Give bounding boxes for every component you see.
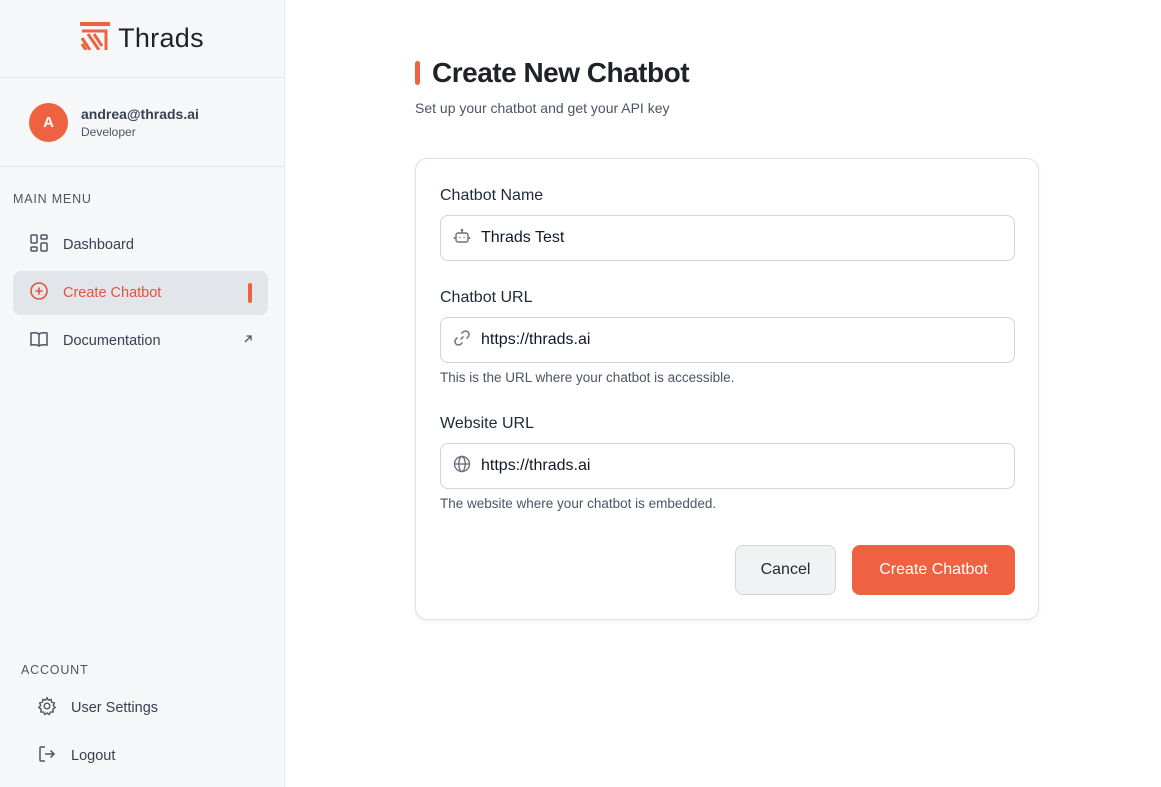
main-content: Create New Chatbot Set up your chatbot a… bbox=[285, 0, 1161, 787]
sidebar: Thrads A andrea@thrads.ai Developer MAIN… bbox=[0, 0, 285, 787]
book-icon bbox=[29, 329, 49, 353]
page-subtitle: Set up your chatbot and get your API key bbox=[415, 100, 670, 116]
chatbot-url-label: Chatbot URL bbox=[440, 289, 533, 306]
chatbot-name-label: Chatbot Name bbox=[440, 187, 544, 204]
user-profile[interactable]: A andrea@thrads.ai Developer bbox=[0, 78, 284, 167]
create-chatbot-form: Chatbot Name Chatbot URL bbox=[415, 158, 1039, 620]
sidebar-item-label: Dashboard bbox=[63, 237, 134, 253]
external-link-icon bbox=[242, 333, 254, 349]
chatbot-url-help: This is the URL where your chatbot is ac… bbox=[440, 370, 735, 385]
sidebar-item-label: Documentation bbox=[63, 333, 161, 349]
cancel-button[interactable]: Cancel bbox=[735, 545, 836, 595]
avatar: A bbox=[29, 102, 68, 142]
user-email: andrea@thrads.ai bbox=[81, 105, 199, 122]
create-chatbot-button[interactable]: Create Chatbot bbox=[852, 545, 1015, 595]
sidebar-item-label: User Settings bbox=[71, 700, 159, 716]
sidebar-item-user-settings[interactable]: User Settings bbox=[21, 686, 268, 730]
chatbot-url-field[interactable] bbox=[440, 317, 1015, 363]
sidebar-item-dashboard[interactable]: Dashboard bbox=[13, 223, 268, 267]
thrads-logo-icon bbox=[80, 22, 111, 55]
chatbot-url-input[interactable] bbox=[481, 331, 1001, 349]
dashboard-icon bbox=[29, 233, 49, 257]
logout-icon bbox=[37, 744, 57, 768]
title-accent bbox=[415, 61, 420, 85]
user-role: Developer bbox=[81, 124, 136, 139]
brand[interactable]: Thrads bbox=[0, 0, 284, 78]
website-url-help: The website where your chatbot is embedd… bbox=[440, 496, 717, 511]
page-header: Create New Chatbot bbox=[415, 57, 690, 89]
sidebar-item-create-chatbot[interactable]: Create Chatbot bbox=[13, 271, 268, 315]
chatbot-name-input[interactable] bbox=[481, 229, 1001, 247]
bot-icon bbox=[453, 227, 471, 250]
chatbot-name-field[interactable] bbox=[440, 215, 1015, 261]
website-url-field[interactable] bbox=[440, 443, 1015, 489]
brand-name: Thrads bbox=[118, 23, 204, 53]
active-indicator bbox=[248, 283, 252, 303]
main-menu-title: MAIN MENU bbox=[13, 192, 92, 206]
website-url-input[interactable] bbox=[481, 457, 1001, 475]
page-title: Create New Chatbot bbox=[432, 57, 690, 88]
sidebar-item-logout[interactable]: Logout bbox=[21, 734, 268, 778]
account-title: ACCOUNT bbox=[21, 663, 89, 677]
plus-circle-icon bbox=[29, 281, 49, 305]
gear-icon bbox=[37, 696, 57, 720]
link-icon bbox=[453, 329, 471, 352]
sidebar-item-label: Logout bbox=[71, 748, 116, 764]
globe-icon bbox=[453, 455, 471, 478]
website-url-label: Website URL bbox=[440, 415, 534, 432]
sidebar-item-label: Create Chatbot bbox=[63, 285, 162, 301]
sidebar-item-documentation[interactable]: Documentation bbox=[13, 319, 268, 363]
